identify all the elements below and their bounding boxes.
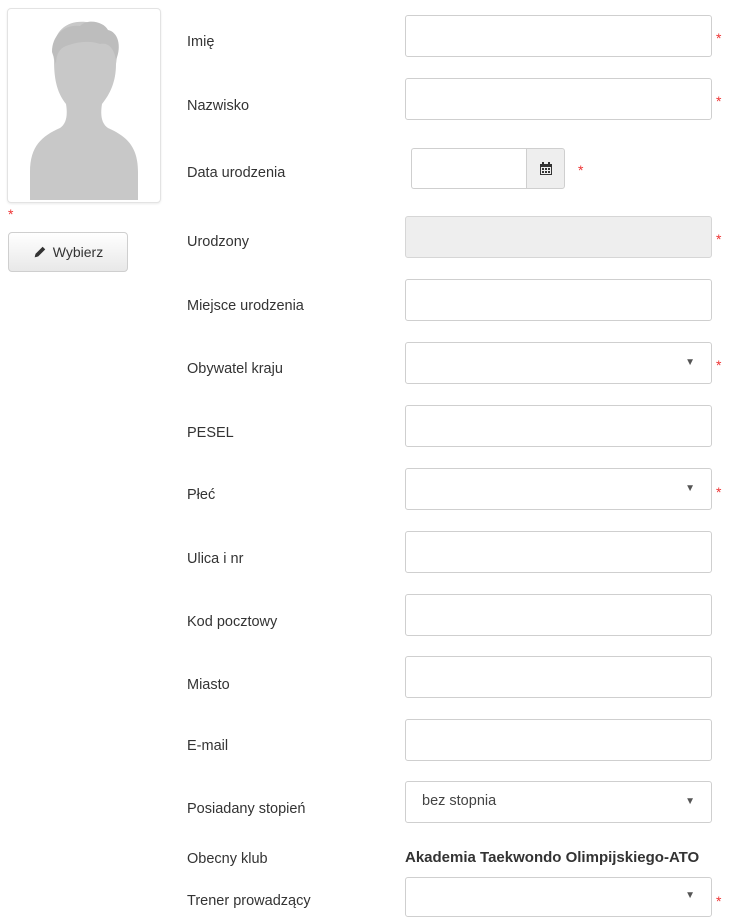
current-club-value: Akademia Taekwondo Olimpijskiego-ATO	[405, 849, 700, 866]
degree-value: bez stopnia	[422, 793, 497, 809]
required-mark: *	[716, 357, 722, 373]
pencil-icon	[34, 246, 46, 258]
street-input[interactable]	[405, 531, 712, 573]
label-birth-date: Data urodzenia	[187, 165, 286, 181]
degree-select[interactable]: bez stopnia ▼	[405, 781, 712, 823]
pesel-input[interactable]	[405, 405, 712, 447]
required-mark: *	[716, 893, 722, 909]
label-birth-place: Miejsce urodzenia	[187, 298, 304, 314]
avatar-placeholder-icon	[30, 21, 138, 200]
born-input	[405, 216, 712, 258]
chevron-down-icon: ▼	[685, 796, 695, 807]
required-mark: *	[716, 93, 722, 109]
label-postal-code: Kod pocztowy	[187, 614, 278, 630]
required-mark: *	[716, 30, 722, 46]
citizenship-select[interactable]: ▼	[405, 342, 712, 384]
photo-required-mark: *	[8, 206, 14, 222]
label-pesel: PESEL	[187, 425, 234, 441]
label-coach: Trener prowadzący	[187, 893, 311, 909]
city-input[interactable]	[405, 656, 712, 698]
label-email: E-mail	[187, 738, 229, 754]
required-mark: *	[578, 162, 584, 178]
calendar-button[interactable]	[526, 148, 565, 189]
calendar-icon	[539, 161, 552, 175]
last-name-input[interactable]	[405, 78, 712, 120]
label-last-name: Nazwisko	[187, 98, 250, 114]
label-first-name: Imię	[187, 34, 215, 50]
avatar	[7, 8, 161, 203]
label-degree: Posiadany stopień	[187, 801, 306, 817]
required-mark: *	[716, 484, 722, 500]
label-born: Urodzony	[187, 234, 250, 250]
email-input[interactable]	[405, 719, 712, 761]
label-citizenship: Obywatel kraju	[187, 361, 283, 377]
required-mark: *	[716, 231, 722, 247]
gender-select[interactable]: ▼	[405, 468, 712, 510]
choose-photo-label: Wybierz	[52, 244, 104, 260]
label-current-club: Obecny klub	[187, 851, 268, 867]
chevron-down-icon: ▼	[685, 483, 695, 494]
choose-photo-button[interactable]: Wybierz	[8, 232, 128, 272]
postal-code-input[interactable]	[405, 594, 712, 636]
birth-date-input[interactable]	[411, 148, 527, 189]
label-gender: Płeć	[187, 487, 216, 503]
chevron-down-icon: ▼	[685, 890, 695, 901]
chevron-down-icon: ▼	[685, 357, 695, 368]
first-name-input[interactable]	[405, 15, 712, 57]
birth-place-input[interactable]	[405, 279, 712, 321]
label-street: Ulica i nr	[187, 551, 244, 567]
label-city: Miasto	[187, 677, 230, 693]
coach-select[interactable]: ▼	[405, 877, 712, 917]
